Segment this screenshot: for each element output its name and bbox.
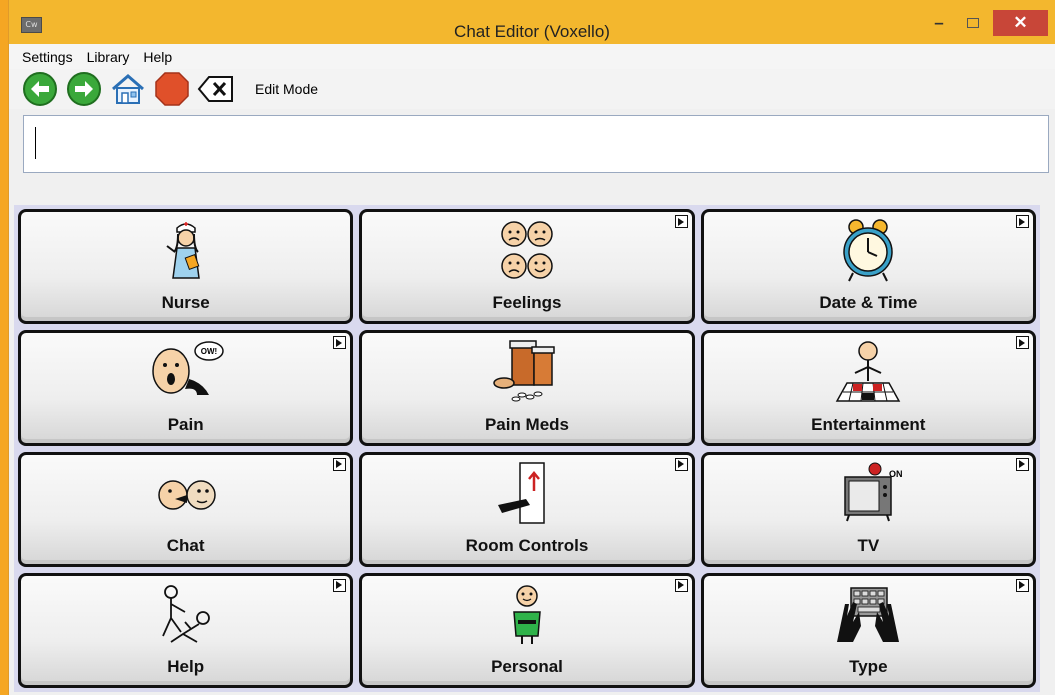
tile-label: Help <box>167 657 205 676</box>
tile-chat[interactable]: Chat <box>18 451 354 567</box>
toolbar: Edit Mode <box>9 69 1055 109</box>
tile-label: Chat <box>166 535 205 555</box>
two-faces-chat-icon <box>157 479 216 510</box>
text-caret <box>35 127 36 159</box>
tile-room-controls[interactable]: Room Controls <box>359 451 695 567</box>
back-arrow-icon <box>23 72 57 106</box>
stop-icon <box>155 72 189 106</box>
edit-mode-label: Edit Mode <box>255 81 319 97</box>
clear-button[interactable] <box>197 70 235 108</box>
backspace-icon <box>197 76 233 102</box>
submenu-arrow-icon <box>333 336 347 350</box>
forward-button[interactable] <box>65 70 103 108</box>
tile-label: Room Controls <box>465 535 589 555</box>
submenu-arrow-icon <box>1016 578 1029 592</box>
svg-text:OW!: OW! <box>200 347 216 356</box>
tile-nurse[interactable]: Nurse <box>18 209 354 325</box>
tile-tv[interactable]: ON TV <box>700 451 1036 567</box>
maximize-icon <box>967 18 979 28</box>
tile-label: Personal <box>491 657 563 676</box>
close-button[interactable]: ✕ <box>993 10 1048 36</box>
submenu-arrow-icon <box>1016 336 1029 350</box>
tile-label: Type <box>849 657 888 676</box>
tile-help[interactable]: Help <box>18 572 354 688</box>
title-bar[interactable]: Cw Chat Editor (Voxello) – ✕ <box>9 0 1055 44</box>
submenu-arrow-icon <box>674 215 688 228</box>
tile-type[interactable]: Type <box>700 572 1036 688</box>
menu-bar: Settings Library Help <box>9 44 1055 69</box>
menu-library[interactable]: Library <box>87 49 130 65</box>
window-title: Chat Editor (Voxello) <box>454 22 610 41</box>
submenu-arrow-icon <box>1016 215 1029 228</box>
menu-settings[interactable]: Settings <box>22 49 73 65</box>
pill-bottles-icon <box>493 340 555 402</box>
home-button[interactable] <box>109 70 147 108</box>
submenu-arrow-icon <box>333 578 347 592</box>
light-switch-icon <box>497 461 545 524</box>
personal-person-icon <box>513 585 541 644</box>
menu-help[interactable]: Help <box>143 49 172 65</box>
tile-label: Pain Meds <box>484 414 570 434</box>
phrase-grid: Nurse Feelings Date & Time OW! Pain Pain… <box>14 205 1040 692</box>
message-input[interactable] <box>23 115 1049 173</box>
tile-label: Entertainment <box>811 414 926 434</box>
tile-label: Date & Time <box>819 293 918 313</box>
tile-label: Feelings <box>492 293 562 313</box>
helping-person-icon <box>161 584 210 643</box>
tile-entertainment[interactable]: Entertainment <box>700 330 1036 446</box>
submenu-arrow-icon <box>674 457 688 471</box>
minimize-button[interactable]: – <box>924 10 954 36</box>
submenu-arrow-icon <box>1016 457 1029 471</box>
submenu-arrow-icon <box>674 578 688 592</box>
svg-text:ON: ON <box>889 469 903 479</box>
alarm-clock-icon <box>843 219 894 282</box>
tile-personal[interactable]: Personal <box>359 572 695 688</box>
tile-date-time[interactable]: Date & Time <box>700 209 1036 325</box>
tile-pain[interactable]: OW! Pain <box>18 330 354 446</box>
home-icon <box>112 74 144 104</box>
submenu-arrow-icon <box>333 457 347 471</box>
tv-icon: ON <box>844 462 903 521</box>
checkers-player-icon <box>836 341 901 402</box>
feelings-faces-icon <box>501 221 553 279</box>
tile-label: TV <box>857 535 880 555</box>
tile-feelings[interactable]: Feelings <box>359 209 695 325</box>
maximize-button[interactable] <box>958 10 988 36</box>
back-button[interactable] <box>21 70 59 108</box>
tile-label: Nurse <box>161 293 210 313</box>
tile-pain-meds[interactable]: Pain Meds <box>359 330 695 446</box>
forward-arrow-icon <box>67 72 101 106</box>
nurse-icon <box>166 222 200 279</box>
tile-label: Pain <box>167 414 204 434</box>
stop-button[interactable] <box>153 70 191 108</box>
pain-face-icon: OW! <box>151 341 224 396</box>
keyboard-hands-icon <box>837 587 900 642</box>
